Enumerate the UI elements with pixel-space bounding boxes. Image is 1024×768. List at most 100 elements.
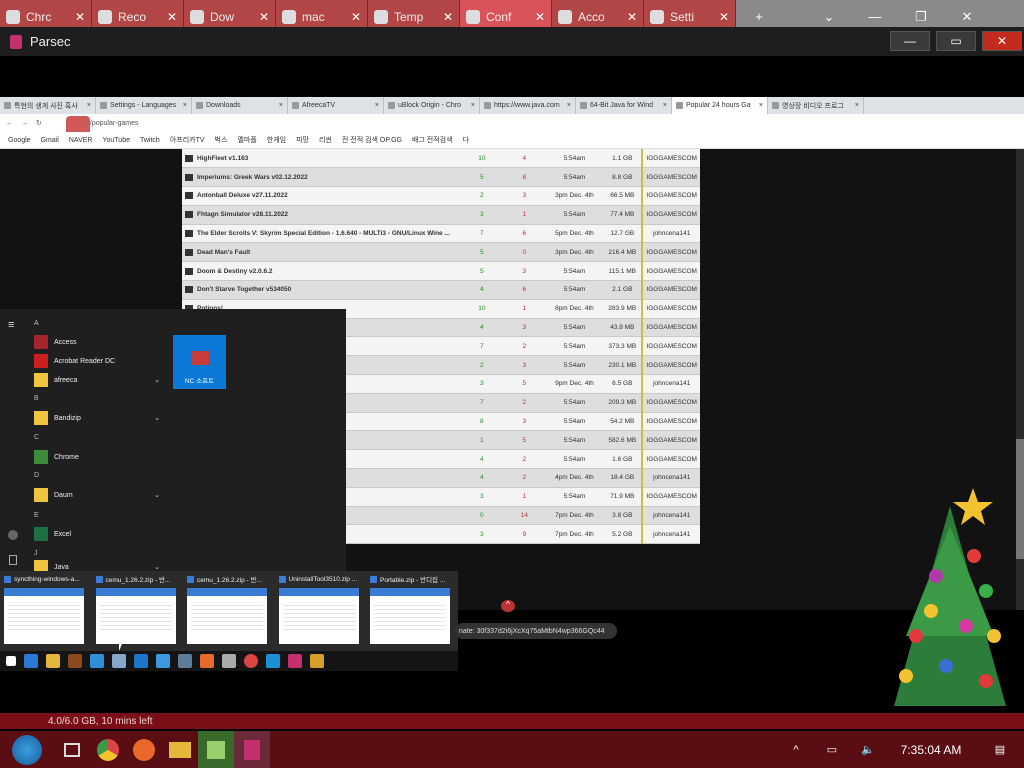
- windows-orb-icon[interactable]: [0, 731, 54, 768]
- inner-tab[interactable]: 특현의 생게 사진 혹사 ×: [0, 97, 96, 114]
- tab-close-icon[interactable]: ✕: [75, 10, 85, 24]
- hancom-icon[interactable]: [200, 654, 214, 668]
- tab-close-icon[interactable]: ×: [567, 102, 571, 109]
- settings-gear-icon[interactable]: [8, 530, 18, 540]
- game-name-cell[interactable]: Antonball Deluxe v27.11.2022: [182, 186, 461, 206]
- game-name[interactable]: Fhtagn Simulator v28.11.2022: [197, 211, 288, 218]
- drive-icon[interactable]: [222, 654, 236, 668]
- table-row[interactable]: The Elder Scrolls V: Skyrim Special Edit…: [182, 224, 700, 244]
- chevron-down-icon[interactable]: ⌄: [154, 414, 160, 422]
- inner-tab[interactable]: Popular 24 hours Ga ×: [672, 97, 768, 114]
- tab-close-icon[interactable]: ✕: [167, 10, 177, 24]
- game-name-cell[interactable]: Dead Man's Fault: [182, 242, 461, 263]
- document-icon[interactable]: [9, 555, 17, 565]
- start-menu-item[interactable]: Daum ⌄: [34, 488, 160, 502]
- nc-soft-tile[interactable]: NC 소프트: [173, 335, 226, 389]
- game-name-cell[interactable]: Imperiums: Greek Wars v02.12.2022: [182, 167, 461, 188]
- clock[interactable]: 7:35:04 AM: [886, 731, 976, 768]
- start-menu-item[interactable]: Chrome: [34, 450, 160, 464]
- window-thumbnail[interactable]: Portable.zip - 반디집 ...: [366, 571, 454, 649]
- edge-icon[interactable]: [90, 654, 104, 668]
- table-row[interactable]: Dead Man's Fault 5 0 3pm Dec. 4th 216.4 MB IG…: [182, 242, 700, 263]
- game-name-cell[interactable]: Fhtagn Simulator v28.11.2022: [182, 205, 461, 225]
- chevron-down-icon[interactable]: ⌄: [154, 491, 160, 499]
- u-app-icon[interactable]: [266, 654, 280, 668]
- steam-icon[interactable]: [178, 654, 192, 668]
- start-menu-item[interactable]: Access: [34, 335, 160, 349]
- tab-close-icon[interactable]: ×: [375, 102, 379, 109]
- game-name[interactable]: Antonball Deluxe v27.11.2022: [197, 193, 288, 200]
- table-row[interactable]: Don't Starve Together v534050 4 6 5:54am 2.1…: [182, 280, 700, 300]
- tab-close-icon[interactable]: ✕: [719, 10, 729, 24]
- reload-icon[interactable]: ↻: [36, 119, 42, 127]
- game-name[interactable]: HighFleet v1.163: [197, 155, 248, 162]
- table-row[interactable]: Imperiums: Greek Wars v02.12.2022 5 8 5:54a…: [182, 167, 700, 188]
- game-name-cell[interactable]: HighFleet v1.163: [182, 149, 461, 169]
- chevron-down-icon[interactable]: ⌄: [154, 376, 160, 384]
- bookmark-item[interactable]: 피망: [296, 135, 309, 145]
- bookmark-item[interactable]: NAVER: [69, 137, 93, 144]
- chrome-icon[interactable]: [244, 654, 258, 668]
- bookmark-item[interactable]: Gmail: [41, 137, 59, 144]
- scroll-up-icon[interactable]: ^: [501, 600, 515, 612]
- network-icon[interactable]: ▭: [814, 731, 850, 768]
- tab-close-icon[interactable]: ✕: [535, 10, 545, 24]
- back-icon[interactable]: ←: [6, 120, 13, 127]
- tab-close-icon[interactable]: ✕: [259, 10, 269, 24]
- tray-chevron-icon[interactable]: ^: [778, 731, 814, 768]
- explorer-icon[interactable]: [46, 654, 60, 668]
- bookmark-item[interactable]: 한게임: [267, 135, 286, 145]
- bookmark-item[interactable]: 다: [463, 135, 469, 145]
- inner-tab[interactable]: Downloads ×: [192, 97, 288, 114]
- bookmark-item[interactable]: 리썬: [319, 135, 332, 145]
- share-link-bar[interactable]: nate: 30f337d2i6jXcXq75aMtbN4wp366GQc44: [455, 623, 617, 639]
- parsec-close-button[interactable]: ✕: [982, 31, 1022, 51]
- start-menu-item[interactable]: Acrobat Reader DC: [34, 354, 160, 368]
- tab-close-icon[interactable]: ×: [855, 102, 859, 109]
- tab-close-icon[interactable]: ×: [279, 102, 283, 109]
- volume-icon[interactable]: 🔈: [850, 731, 886, 768]
- bookmark-item[interactable]: 전 전적 검색 OP.GG: [342, 135, 402, 145]
- start-menu-item[interactable]: Excel: [34, 527, 160, 541]
- window-thumbnail[interactable]: syncthing-windows-a...: [0, 571, 88, 649]
- inner-tab[interactable]: AfreecaTV ×: [288, 97, 384, 114]
- parsec-minimize-button[interactable]: —: [890, 31, 930, 51]
- tab-close-icon[interactable]: ×: [87, 102, 91, 109]
- bookmark-item[interactable]: 벅스: [215, 135, 228, 145]
- table-row[interactable]: Doom & Destiny v2.0.6.2 5 3 5:54am 115.1 MB I…: [182, 261, 700, 282]
- game-name[interactable]: Doom & Destiny v2.0.6.2: [197, 268, 273, 275]
- parsec-icon[interactable]: [288, 654, 302, 668]
- window-thumbnail[interactable]: UninstallTool3510.zip ...: [275, 571, 363, 649]
- tab-close-icon[interactable]: ×: [759, 102, 763, 109]
- tab-close-icon[interactable]: ✕: [351, 10, 361, 24]
- forward-icon[interactable]: →: [21, 120, 28, 127]
- inner-tab[interactable]: Settings - Languages ×: [96, 97, 192, 114]
- game-name-cell[interactable]: The Elder Scrolls V: Skyrim Special Edit…: [182, 224, 461, 244]
- game-name-cell[interactable]: Don't Starve Together v534050: [182, 280, 461, 300]
- game-name[interactable]: The Elder Scrolls V: Skyrim Special Edit…: [197, 230, 450, 237]
- bookmark-item[interactable]: 아프리카TV: [170, 135, 205, 145]
- star-icon[interactable]: [310, 654, 324, 668]
- tab-close-icon[interactable]: ×: [663, 102, 667, 109]
- bookmark-item[interactable]: YouTube: [102, 137, 130, 144]
- chevron-down-icon[interactable]: ⌄: [154, 563, 160, 571]
- chrome-taskbar-icon[interactable]: [90, 731, 126, 768]
- bookmark-item[interactable]: Twitch: [140, 137, 160, 144]
- table-row[interactable]: HighFleet v1.163 10 4 5:54am 1.1 GB IGGGAMESC…: [182, 149, 700, 169]
- tab-close-icon[interactable]: ✕: [443, 10, 453, 24]
- firefox-icon[interactable]: [68, 654, 82, 668]
- firefox-taskbar-icon[interactable]: [126, 731, 162, 768]
- game-name-cell[interactable]: Doom & Destiny v2.0.6.2: [182, 261, 461, 282]
- tab-close-icon[interactable]: ✕: [627, 10, 637, 24]
- ie-icon[interactable]: [134, 654, 148, 668]
- hamburger-icon[interactable]: ≡: [8, 319, 14, 331]
- inner-tab[interactable]: https://www.java.com ×: [480, 97, 576, 114]
- bookmark-item[interactable]: Google: [8, 137, 31, 144]
- explorer-taskbar-icon[interactable]: [162, 731, 198, 768]
- bookmark-item[interactable]: 배그 전적검색: [412, 135, 453, 145]
- start-menu-item[interactable]: afreeca ⌄: [34, 373, 160, 387]
- uplay-icon[interactable]: [156, 654, 170, 668]
- window-thumbnail[interactable]: cemu_1.26.2.zip - 반...: [183, 571, 271, 649]
- parsec-taskbar-icon[interactable]: [234, 731, 270, 768]
- url-field[interactable]: /popular-games: [90, 120, 139, 127]
